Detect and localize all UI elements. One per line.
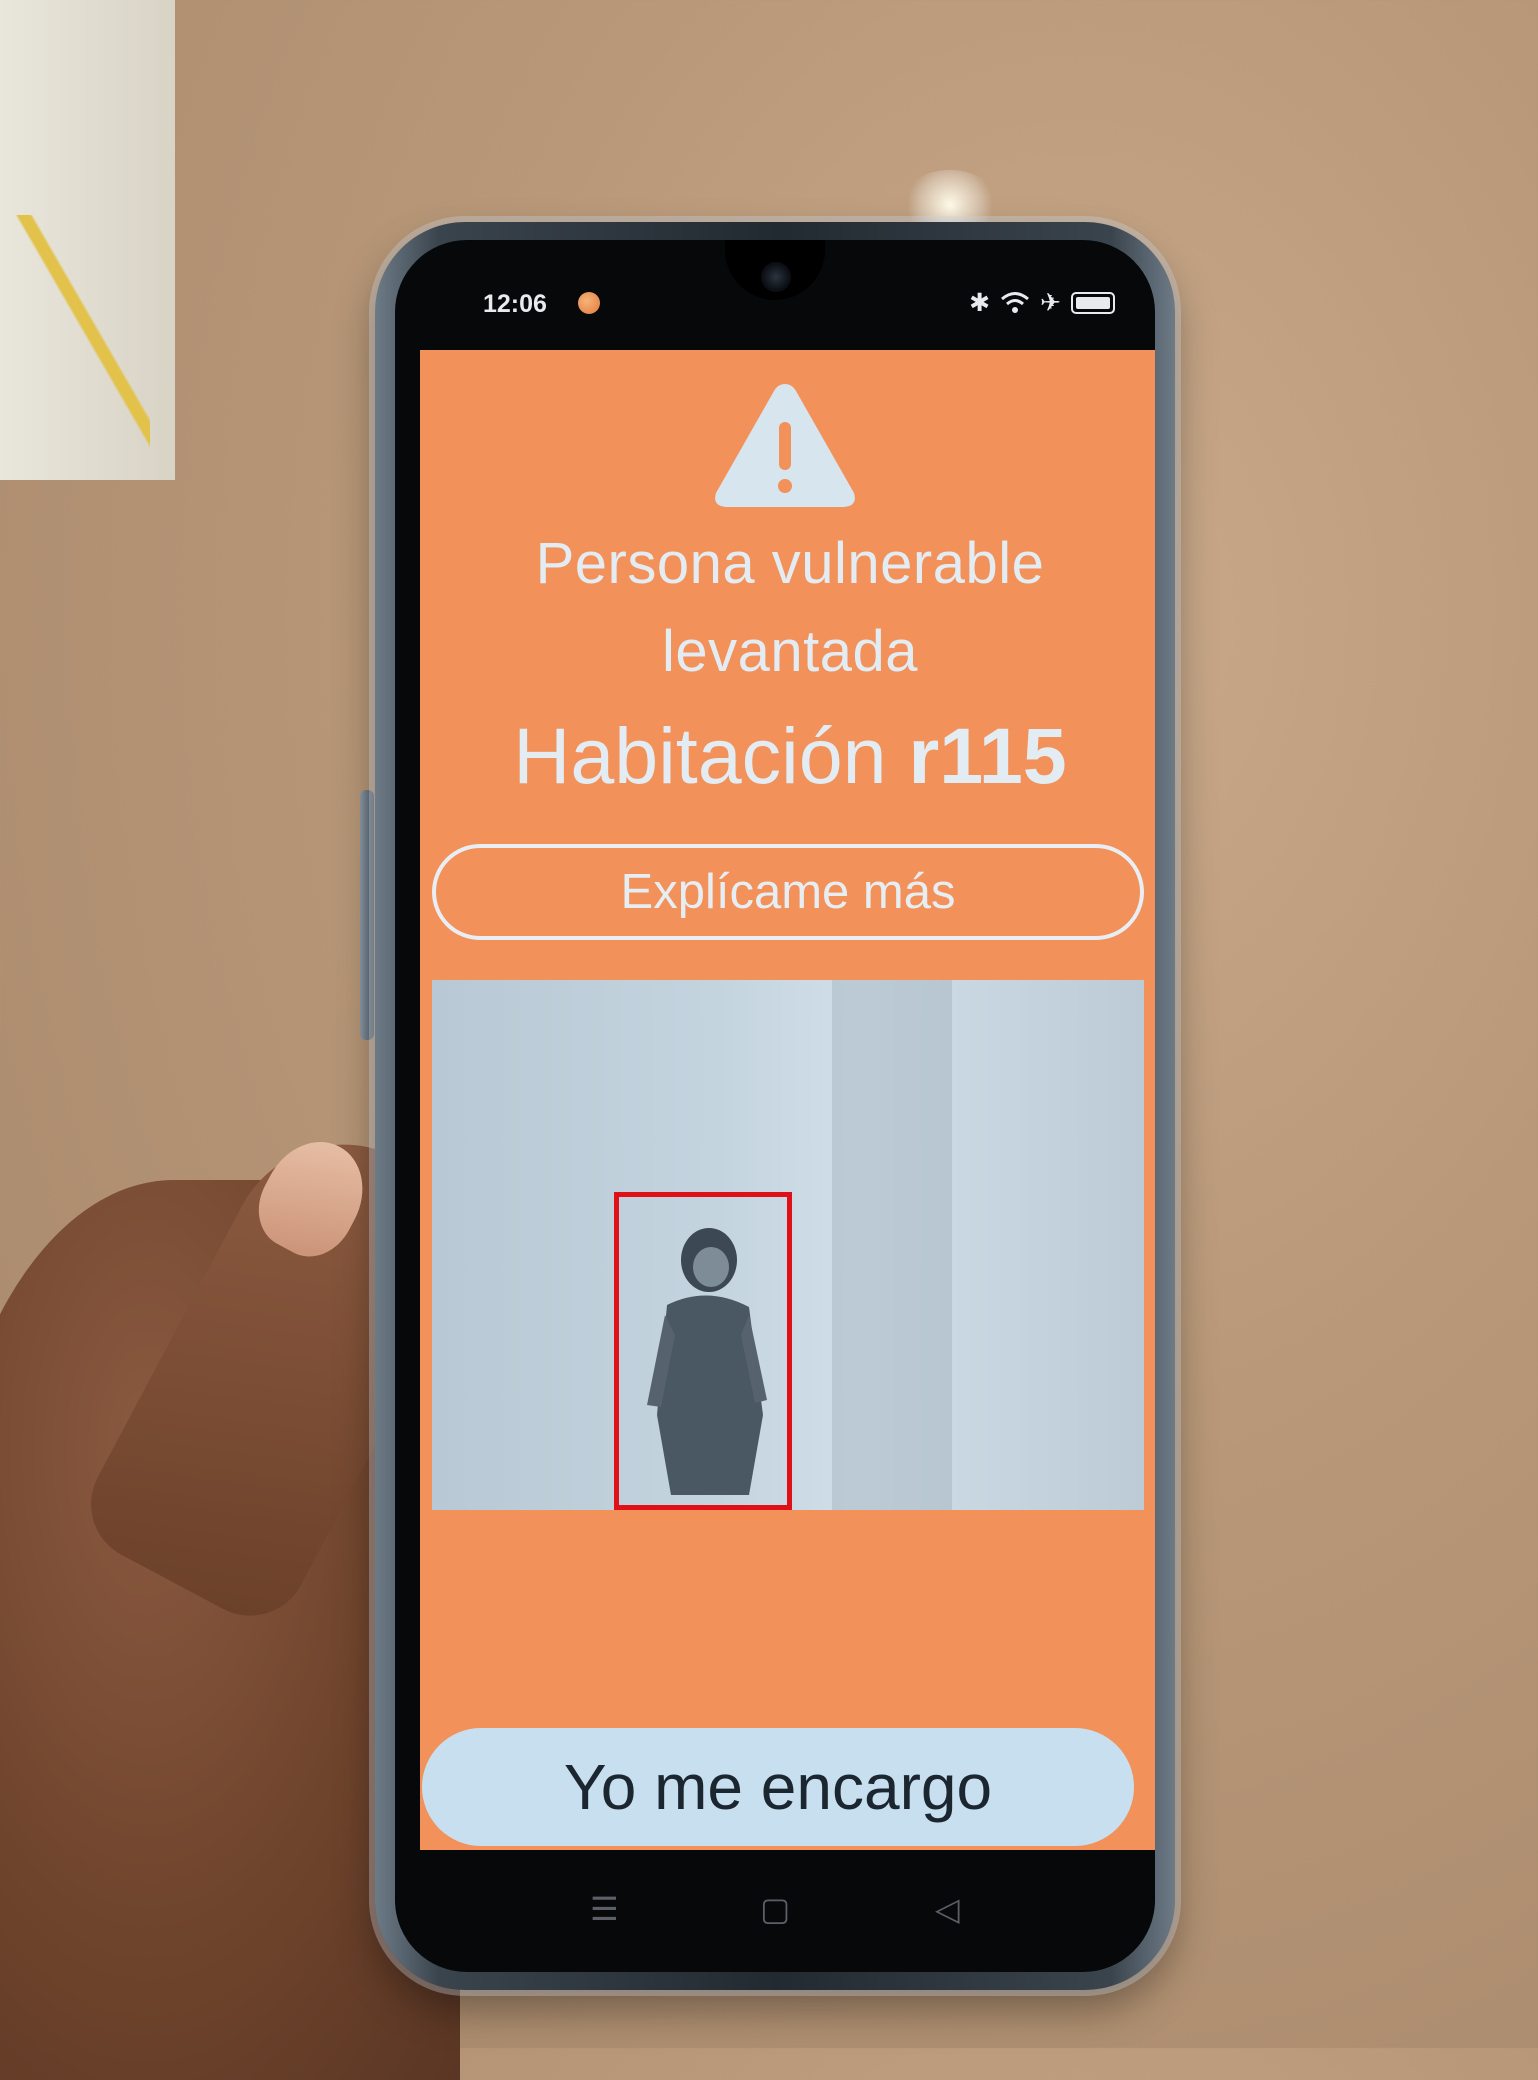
status-icons: ✱ ✈ xyxy=(969,288,1115,318)
snapshot-door xyxy=(832,980,952,1510)
alert-title: Persona vulnerable levantada xyxy=(420,520,1155,696)
room-label: Habitación xyxy=(513,711,909,800)
room-heading: Habitación r115 xyxy=(420,710,1155,802)
alert-title-line2: levantada xyxy=(661,619,919,684)
wifi-icon xyxy=(1001,292,1030,313)
camera-snapshot xyxy=(432,980,1144,1510)
phone-side-button xyxy=(360,790,374,1040)
notification-icon xyxy=(578,292,600,314)
battery-icon xyxy=(1071,292,1115,314)
warning-triangle-icon xyxy=(715,384,855,507)
front-camera xyxy=(761,262,791,292)
alert-title-line1: Persona vulnerable xyxy=(535,531,1045,596)
status-bar: 12:06 ✱ ✈ xyxy=(395,240,1155,335)
room-id: r115 xyxy=(908,711,1067,800)
back-icon[interactable]: ◁ xyxy=(935,1890,960,1928)
background-yellow-strip xyxy=(0,215,150,475)
phone: 12:06 ✱ ✈ Persona vulnerable levantada H… xyxy=(375,222,1175,1990)
home-icon[interactable]: ▢ xyxy=(760,1890,790,1928)
navigation-bar: ☰ ▢ ◁ xyxy=(395,1860,1155,1970)
status-time: 12:06 xyxy=(483,290,547,318)
phone-bezel: 12:06 ✱ ✈ Persona vulnerable levantada H… xyxy=(395,240,1155,1972)
detected-person xyxy=(647,1228,767,1495)
alert-screen: Persona vulnerable levantada Habitación … xyxy=(420,350,1155,1850)
airplane-icon: ✈ xyxy=(1040,289,1061,317)
menu-icon[interactable]: ☰ xyxy=(590,1890,619,1928)
take-charge-button[interactable]: Yo me encargo xyxy=(422,1728,1134,1846)
explain-more-button[interactable]: Explícame más xyxy=(432,844,1144,940)
bluetooth-icon: ✱ xyxy=(969,289,991,317)
detection-bounding-box xyxy=(614,1192,792,1510)
